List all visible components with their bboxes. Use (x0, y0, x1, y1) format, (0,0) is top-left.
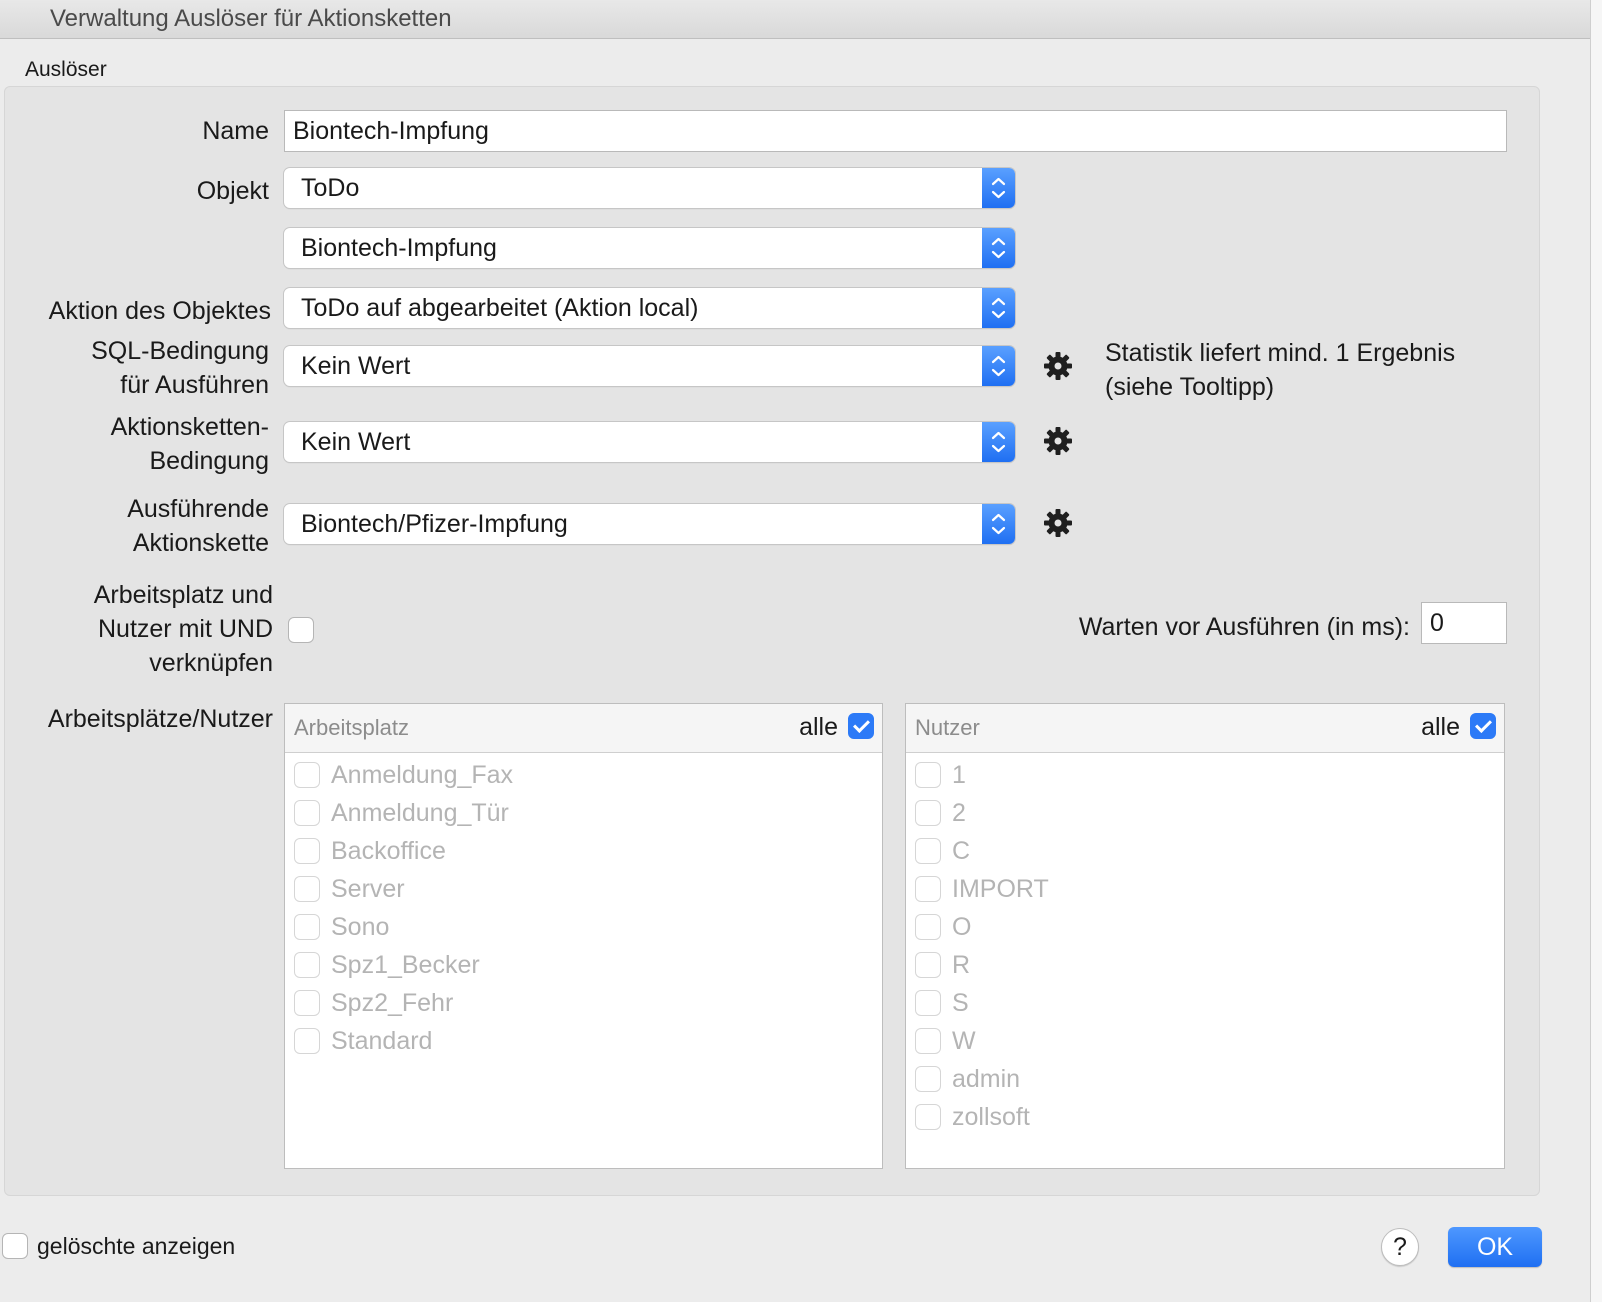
wait-label: Warten vor Ausführen (in ms): (1078, 613, 1410, 641)
objekt-sub-popup-value: Biontech-Impfung (301, 234, 497, 262)
sql-label-line2: für Ausführen (120, 371, 269, 399)
list-item-checkbox[interactable] (915, 952, 941, 978)
arbeitsplatz-list-header: Arbeitsplatz alle (285, 704, 882, 753)
exec-chain-popup[interactable]: Biontech/Pfizer-Impfung (284, 504, 1015, 544)
list-item-label: 1 (952, 761, 966, 789)
und-label-line2: Nutzer mit UND (97, 615, 273, 643)
list-item-checkbox[interactable] (915, 990, 941, 1016)
objekt-label: Objekt (196, 177, 269, 205)
list-item-checkbox[interactable] (294, 838, 320, 864)
arbeitsplatz-all-checkbox[interactable] (848, 713, 874, 739)
und-checkbox[interactable] (288, 617, 314, 643)
ak-label-line2: Bedingung (149, 447, 269, 475)
list-item-checkbox[interactable] (915, 1028, 941, 1054)
ak-gear-icon[interactable] (1040, 423, 1076, 459)
list-item-checkbox[interactable] (294, 952, 320, 978)
arbeitsplatz-header-label: Arbeitsplatz (294, 715, 409, 740)
list-item-label: admin (952, 1065, 1021, 1093)
list-item-label: 2 (952, 799, 966, 827)
list-item-checkbox[interactable] (915, 762, 941, 788)
chevron-updown-icon (982, 346, 1015, 386)
nutzer-all-checkbox[interactable] (1470, 713, 1496, 739)
window-title: Verwaltung Auslöser für Aktionsketten (50, 5, 452, 32)
ak-label-line1: Aktionsketten- (110, 413, 269, 441)
list-item-label: Anmeldung_Fax (331, 761, 514, 789)
list-item-label: Anmeldung_Tür (331, 799, 509, 827)
aktion-popup[interactable]: ToDo auf abgearbeitet (Aktion local) (284, 288, 1015, 328)
show-deleted-label: gelöschte anzeigen (37, 1233, 236, 1259)
list-item-checkbox[interactable] (915, 876, 941, 902)
chevron-updown-icon (982, 288, 1015, 328)
ok-button[interactable]: OK (1448, 1227, 1542, 1267)
list-item-label: C (952, 837, 971, 865)
chevron-updown-icon (982, 422, 1015, 462)
lists-label: Arbeitsplätze/Nutzer (47, 705, 273, 733)
chevron-updown-icon (982, 168, 1015, 208)
group-label: Auslöser (25, 58, 107, 81)
aktion-label: Aktion des Objektes (48, 297, 271, 325)
sql-note: Statistik liefert mind. 1 Ergebnis (sieh… (1105, 336, 1455, 404)
ak-condition-popup[interactable]: Kein Wert (284, 422, 1015, 462)
list-item-label: Spz1_Becker (331, 951, 480, 979)
nutzer-header-label: Nutzer (915, 715, 980, 740)
list-item-label: IMPORT (952, 875, 1049, 903)
list-item-checkbox[interactable] (915, 800, 941, 826)
list-item-label: Server (331, 875, 405, 903)
sql-gear-icon[interactable] (1040, 348, 1076, 384)
objekt-sub-popup[interactable]: Biontech-Impfung (284, 228, 1015, 268)
list-item-checkbox[interactable] (915, 914, 941, 940)
list-item-checkbox[interactable] (915, 1066, 941, 1092)
chevron-updown-icon (982, 228, 1015, 268)
nutzer-list[interactable]: Nutzer alle 1 2 C IMPORT O R S W admin z… (905, 703, 1505, 1169)
list-item-checkbox[interactable] (915, 838, 941, 864)
exec-label-line2: Aktionskette (132, 529, 269, 557)
aktion-popup-value: ToDo auf abgearbeitet (Aktion local) (301, 294, 699, 322)
window-edge (1590, 0, 1602, 1302)
list-item-checkbox[interactable] (294, 914, 320, 940)
title-bar: Verwaltung Auslöser für Aktionsketten (0, 0, 1590, 39)
help-button[interactable]: ? (1381, 1228, 1419, 1266)
list-item-label: Sono (331, 913, 390, 941)
sql-popup[interactable]: Kein Wert (284, 346, 1015, 386)
und-label-line1: Arbeitsplatz und (93, 581, 273, 609)
chevron-updown-icon (982, 504, 1015, 544)
list-item-label: S (952, 989, 969, 1017)
list-item-label: zollsoft (952, 1103, 1030, 1131)
list-item-label: Backoffice (331, 837, 446, 865)
list-item-label: Spz2_Fehr (331, 989, 454, 1017)
list-item-checkbox[interactable] (294, 876, 320, 902)
show-deleted-checkbox[interactable] (2, 1233, 28, 1259)
objekt-popup-value: ToDo (301, 174, 360, 202)
ak-condition-popup-value: Kein Wert (301, 428, 411, 456)
arbeitsplatz-list[interactable]: Arbeitsplatz alle Anmeldung_Fax Anmeldun… (284, 703, 883, 1169)
und-label-line3: verknüpfen (149, 649, 273, 677)
sql-note-line2: (siehe Tooltipp) (1105, 373, 1275, 401)
nutzer-all-label: alle (1421, 713, 1460, 741)
arbeitsplatz-all-label: alle (799, 713, 838, 741)
sql-popup-value: Kein Wert (301, 352, 411, 380)
sql-label-line1: SQL-Bedingung (91, 337, 269, 365)
list-item-label: O (952, 913, 972, 941)
list-item-checkbox[interactable] (915, 1104, 941, 1130)
list-item-checkbox[interactable] (294, 990, 320, 1016)
exec-label-line1: Ausführende (127, 495, 269, 523)
list-item-label: Standard (331, 1027, 433, 1055)
list-item-checkbox[interactable] (294, 762, 320, 788)
exec-gear-icon[interactable] (1040, 505, 1076, 541)
list-item-label: W (952, 1027, 976, 1055)
list-item-label: R (952, 951, 971, 979)
exec-chain-popup-value: Biontech/Pfizer-Impfung (301, 510, 568, 538)
sql-note-line1: Statistik liefert mind. 1 Ergebnis (1105, 339, 1456, 367)
name-input[interactable]: Biontech-Impfung (284, 110, 1507, 152)
list-item-checkbox[interactable] (294, 1028, 320, 1054)
wait-input[interactable]: 0 (1421, 602, 1507, 644)
name-label: Name (202, 117, 269, 145)
nutzer-list-header: Nutzer alle (906, 704, 1504, 753)
objekt-popup[interactable]: ToDo (284, 168, 1015, 208)
list-item-checkbox[interactable] (294, 800, 320, 826)
